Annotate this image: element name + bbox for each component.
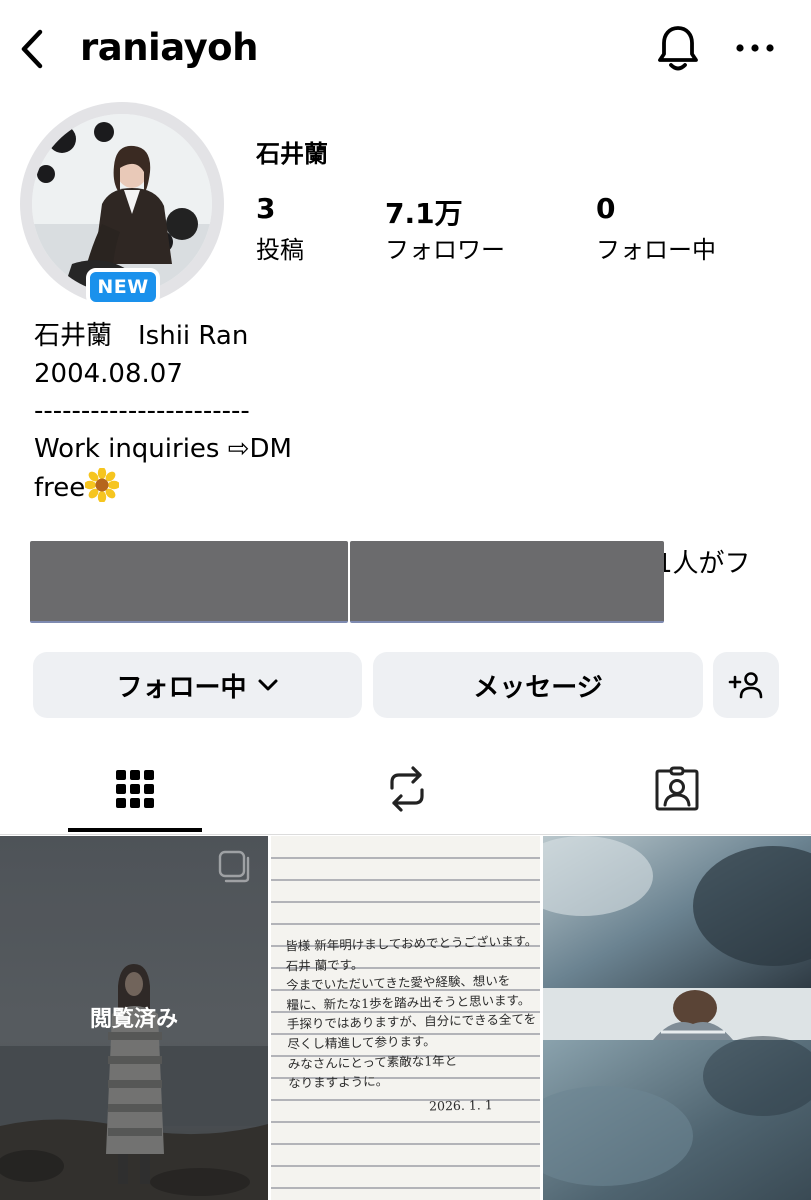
profile-tabs (0, 745, 811, 835)
following-count-value: 0 (596, 192, 616, 225)
profile-avatar[interactable]: NEW (20, 102, 224, 306)
tagged-person-icon (655, 766, 699, 811)
bio-line: 石井蘭 Ishii Ran (34, 321, 249, 351)
chevron-left-icon (21, 29, 43, 69)
add-person-icon (728, 672, 763, 699)
more-options-button[interactable] (730, 28, 780, 68)
profile-bio: 石井蘭 Ishii Ran 2004.08.07 ---------------… (34, 318, 292, 514)
posts-grid: 閲覧済み 皆様 新年明けましておめでとうございます。 石井 蘭です。 今までいた… (0, 836, 811, 1200)
profile-username: raniayoh (80, 26, 258, 69)
note-line: なりますように。 (288, 1073, 389, 1091)
notifications-button[interactable] (652, 22, 704, 74)
posts-count-value: 3 (256, 192, 276, 225)
bio-line: free (34, 473, 86, 503)
followers-count-value: 7.1万 (385, 197, 463, 230)
post-photo (543, 836, 811, 1200)
bio-line: ----------------------- (34, 396, 250, 426)
redaction-block (30, 541, 348, 623)
post-thumbnail[interactable]: 閲覧済み (0, 836, 268, 1200)
suggested-accounts-button[interactable] (713, 652, 779, 718)
handwritten-note: 皆様 新年明けましておめでとうございます。 石井 蘭です。 今までいただいてきた… (285, 932, 537, 1119)
top-bar: raniayoh (0, 0, 811, 100)
following-count[interactable]: 0 フォロー中 (596, 192, 716, 265)
repost-icon (390, 766, 424, 812)
bio-line: 2004.08.07 (34, 358, 183, 389)
mutual-followers-text: 1人がフ (656, 549, 751, 579)
sunflower-icon (84, 467, 121, 514)
tab-posts[interactable] (68, 745, 202, 833)
chevron-down-icon (257, 678, 279, 692)
post-thumbnail[interactable] (543, 836, 811, 1200)
posts-count[interactable]: 3 投稿 (256, 192, 304, 265)
back-button[interactable] (14, 26, 50, 72)
following-count-label: フォロー中 (596, 236, 716, 264)
ellipsis-icon (736, 44, 774, 52)
tab-reposts[interactable] (340, 745, 474, 833)
grid-icon (116, 770, 154, 808)
tab-tagged[interactable] (610, 745, 744, 833)
new-badge: NEW (86, 268, 160, 306)
display-name: 石井蘭 (256, 140, 328, 168)
multiple-photos-icon (218, 850, 254, 890)
active-tab-indicator (68, 828, 202, 832)
following-button-label: フォロー中 (116, 672, 247, 703)
bio-line-last: free (34, 467, 292, 514)
mutual-followers[interactable]: 1人がフ (30, 537, 790, 627)
post-thumbnail[interactable]: 皆様 新年明けましておめでとうございます。 石井 蘭です。 今までいただいてきた… (271, 836, 540, 1200)
avatar-photo (32, 114, 212, 294)
message-button[interactable]: メッセージ (373, 652, 703, 718)
seen-overlay-label: 閲覧済み (89, 1007, 178, 1032)
redaction-block (350, 541, 664, 623)
bell-icon (658, 26, 698, 71)
message-button-label: メッセージ (473, 672, 603, 703)
followers-count-label: フォロワー (385, 236, 505, 264)
posts-count-label: 投稿 (256, 236, 304, 264)
bio-line: Work inquiries ⇨DM (34, 433, 292, 464)
following-button[interactable]: フォロー中 (33, 652, 362, 718)
followers-count[interactable]: 7.1万 フォロワー (385, 192, 505, 265)
